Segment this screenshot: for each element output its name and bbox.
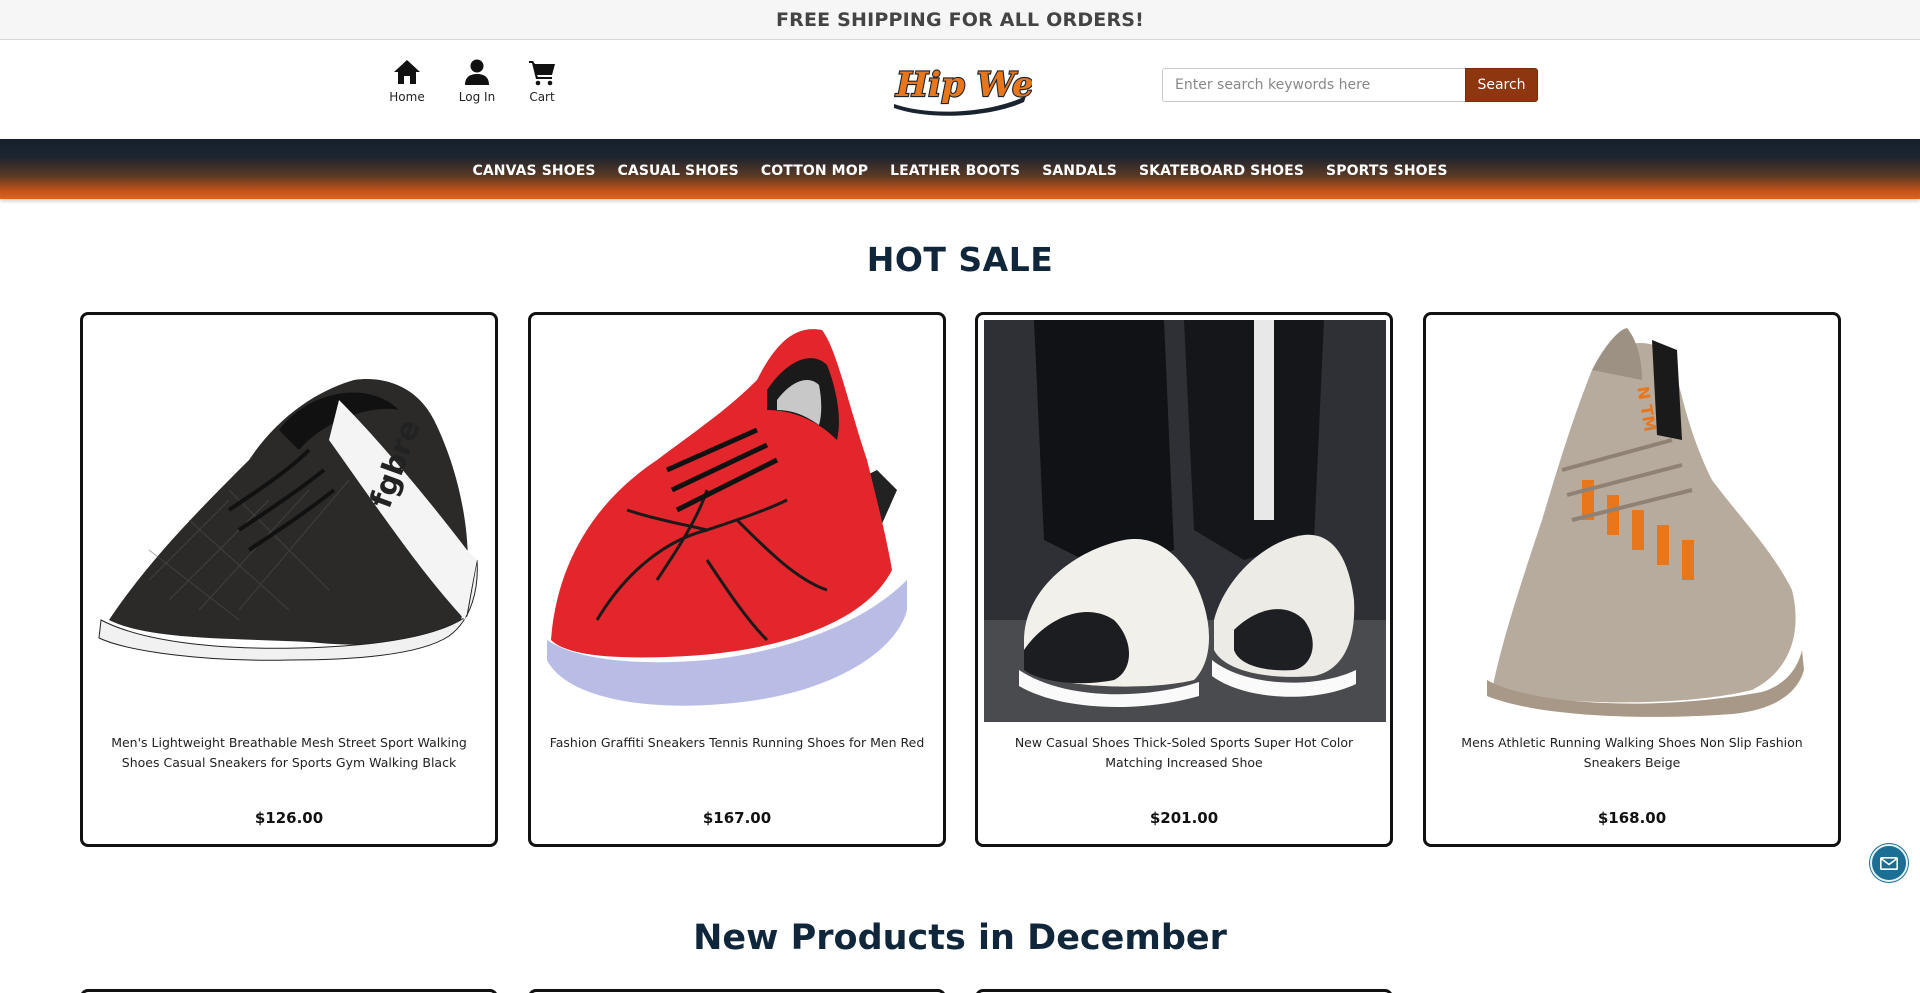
product-card[interactable]: Fashion Graffiti Sneakers Tennis Running… [528, 312, 946, 847]
product-name[interactable]: Men's Lightweight Breathable Mesh Street… [97, 733, 481, 773]
nav-item-cotton-mop[interactable]: COTTON MOP [761, 163, 868, 179]
login-link[interactable]: Log In [442, 58, 512, 104]
product-name[interactable]: Fashion Graffiti Sneakers Tennis Running… [545, 733, 929, 753]
product-card[interactable]: New Casual Shoes Thick-Soled Sports Supe… [975, 312, 1393, 847]
cart-link[interactable]: Cart [507, 58, 577, 104]
product-price: $167.00 [702, 809, 772, 827]
hip-wear-logo[interactable]: Hip Wear [888, 56, 1032, 120]
product-card[interactable] [528, 989, 946, 993]
product-image[interactable] [984, 320, 1386, 722]
product-image[interactable]: N TM [1432, 320, 1834, 722]
announcement-bar: FREE SHIPPING FOR ALL ORDERS! [0, 0, 1920, 40]
search-button[interactable]: Search [1465, 68, 1538, 102]
category-nav: CANVAS SHOES CASUAL SHOES COTTON MOP LEA… [0, 139, 1920, 199]
cart-link-label: Cart [529, 90, 555, 104]
product-price: $168.00 [1597, 809, 1667, 827]
product-image[interactable]: fgbre [89, 320, 491, 722]
login-link-label: Log In [458, 90, 496, 104]
announcement-text: FREE SHIPPING FOR ALL ORDERS! [775, 9, 1145, 31]
site-header: Home Log In Cart Hip Wear Search [0, 40, 1920, 139]
nav-item-sandals[interactable]: SANDALS [1042, 163, 1117, 179]
home-link[interactable]: Home [372, 58, 442, 104]
home-icon [394, 60, 420, 84]
nav-item-casual-shoes[interactable]: CASUAL SHOES [618, 163, 739, 179]
contact-mail-button[interactable] [1870, 844, 1908, 882]
svg-text:Hip Wear: Hip Wear [895, 65, 1032, 105]
mail-icon [1880, 857, 1898, 870]
hot-sale-title: HOT SALE [866, 240, 1054, 279]
product-image[interactable] [537, 320, 939, 722]
cart-icon [529, 61, 555, 86]
product-card[interactable]: N TM Mens Athletic Running Walking Shoes… [1423, 312, 1841, 847]
user-icon [465, 59, 489, 85]
product-name[interactable]: New Casual Shoes Thick-Soled Sports Supe… [992, 733, 1376, 773]
product-card[interactable] [975, 989, 1393, 993]
product-name[interactable]: Mens Athletic Running Walking Shoes Non … [1440, 733, 1824, 773]
product-price: $201.00 [1149, 809, 1219, 827]
nav-item-canvas-shoes[interactable]: CANVAS SHOES [473, 163, 596, 179]
search-input[interactable] [1162, 68, 1466, 102]
product-price: $126.00 [254, 809, 324, 827]
nav-item-skateboard-shoes[interactable]: SKATEBOARD SHOES [1139, 163, 1304, 179]
nav-item-sports-shoes[interactable]: SPORTS SHOES [1326, 163, 1447, 179]
home-link-label: Home [389, 90, 425, 104]
new-products-title: New Products in December [693, 918, 1227, 958]
product-card[interactable] [80, 989, 498, 993]
product-card[interactable]: fgbre Men's Lightweight Breathable Mesh … [80, 312, 498, 847]
nav-item-leather-boots[interactable]: LEATHER BOOTS [890, 163, 1020, 179]
